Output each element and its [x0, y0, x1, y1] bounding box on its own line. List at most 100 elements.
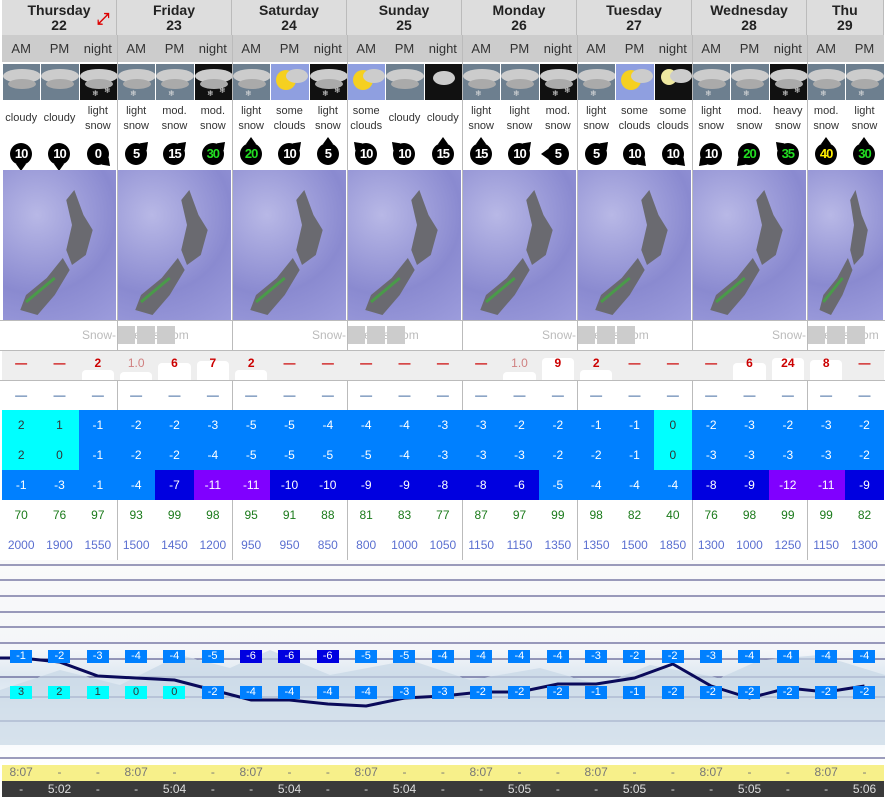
humidity: 76	[52, 508, 67, 522]
humidity: 91	[282, 508, 297, 522]
sunrise-time: -	[768, 765, 807, 781]
svg-text:❄: ❄	[858, 89, 865, 98]
forecast-map[interactable]	[808, 170, 883, 320]
snow-amount: 1.0	[500, 350, 539, 380]
forecast-map[interactable]	[3, 170, 116, 320]
weather-snow-icon: ❄	[501, 64, 539, 100]
sunrise-time: -	[78, 765, 117, 781]
sunset-time: 5:05	[500, 781, 539, 797]
day-header[interactable]: Monday 26	[462, 0, 577, 35]
snow-value: 24	[781, 356, 795, 370]
svg-text:❄: ❄	[475, 89, 482, 98]
day-header[interactable]: Friday 23	[117, 0, 232, 35]
day-header[interactable]: Thu 29	[807, 0, 884, 35]
expand-arrows-icon[interactable]: ⤢	[92, 10, 114, 30]
temp-max: -1	[577, 410, 616, 440]
period-label: PM	[845, 35, 884, 62]
wind-cell: 5	[117, 137, 155, 170]
forecast-map[interactable]	[693, 170, 806, 320]
map-snow-icon[interactable]	[577, 326, 595, 344]
wind-cell: 20	[232, 137, 270, 170]
map-rain-icon[interactable]	[597, 326, 615, 344]
base-temp-label: -2	[661, 686, 684, 699]
map-rain-icon[interactable]	[827, 326, 845, 344]
temp-min: -1	[615, 440, 654, 470]
forecast-map[interactable]	[578, 170, 691, 320]
map-sun-icon[interactable]	[387, 326, 405, 344]
base-temp-label: -4	[316, 686, 339, 699]
description-line: snow	[813, 119, 839, 132]
description-line: snow	[161, 119, 188, 132]
weather-description: some clouds	[615, 100, 653, 137]
day-header[interactable]: Tuesday 27	[577, 0, 692, 35]
map-sun-icon[interactable]	[157, 326, 175, 344]
snow-amount: —	[845, 350, 884, 380]
weather-snow-night-heavy-icon: ❄ ❄	[769, 64, 807, 100]
sunrise-time: -	[40, 765, 79, 781]
sunrise-time: -	[385, 765, 424, 781]
wind-speed: 30	[853, 137, 876, 165]
svg-text:❄: ❄	[334, 86, 341, 95]
snow-value: 9	[554, 356, 562, 370]
day-header[interactable]: Sunday 25	[347, 0, 462, 35]
period-label: night	[193, 35, 232, 62]
svg-text:❄: ❄	[322, 89, 329, 98]
map-snow-icon[interactable]	[347, 326, 365, 344]
wind-chill: -8	[692, 470, 731, 500]
humidity: 95	[244, 508, 258, 522]
base-temp-label: -2	[738, 686, 761, 699]
weather-description: some clouds	[270, 100, 308, 137]
map-sun-icon[interactable]	[617, 326, 635, 344]
sunrise-time: 8:07	[2, 765, 41, 781]
wind-speed: 5	[585, 142, 608, 165]
temp-min: 2	[2, 440, 41, 470]
description-text: cloudy	[5, 111, 37, 126]
summit-temp-label: -2	[661, 650, 684, 663]
period-label: AM	[2, 35, 41, 62]
map-rain-icon[interactable]	[367, 326, 385, 344]
description-line: cloudy	[426, 112, 459, 124]
forecast-map[interactable]	[463, 170, 576, 320]
freezing-level: 1000	[391, 538, 418, 552]
snow-value: —	[283, 356, 296, 370]
forecast-table: Thursday 22 AM PM night Snow-Forecast.com Frid…	[0, 0, 889, 800]
forecast-map[interactable]	[118, 170, 231, 320]
temp-max: -2	[155, 410, 194, 440]
wind-cell: 30	[845, 137, 883, 170]
sunrise-time: 8:07	[807, 765, 846, 781]
day-date: 29	[837, 17, 853, 33]
map-snow-icon[interactable]	[807, 326, 825, 344]
summit-temp-label: -6	[316, 650, 339, 663]
map-snow-icon[interactable]	[117, 326, 135, 344]
summit-temp-label: -4	[546, 650, 569, 663]
wind-speed-value: 10	[53, 145, 67, 161]
freezing-level: 1350	[582, 538, 610, 552]
weather-snow-icon: ❄	[846, 64, 884, 100]
description-line: clouds	[350, 119, 383, 132]
weather-snow-night-icon: ❄ ❄	[194, 64, 232, 100]
forecast-map[interactable]	[233, 170, 346, 320]
map-rain-icon[interactable]	[137, 326, 155, 344]
map-sun-icon[interactable]	[847, 326, 865, 344]
day-date: 23	[166, 17, 182, 33]
forecast-map[interactable]	[348, 170, 461, 320]
snow-value: —	[666, 356, 679, 370]
day-header[interactable]: Wednesday 28	[692, 0, 807, 35]
summit-temp-label: -4	[508, 650, 531, 663]
humidity: 98	[742, 508, 757, 522]
base-temp-label: -4	[240, 686, 262, 699]
description-text: cloudy	[389, 111, 421, 126]
wind-cell: 40	[807, 137, 845, 170]
description-line: snow	[851, 119, 878, 132]
period-label: AM	[692, 35, 731, 62]
description-text: some clouds	[274, 104, 306, 134]
description-line: some	[276, 104, 303, 117]
day-header[interactable]: Saturday 24	[232, 0, 347, 35]
new-zealand-map-icon	[135, 190, 208, 315]
description-line: light	[701, 104, 722, 117]
sunrise-time: -	[538, 765, 577, 781]
period-label: AM	[232, 35, 271, 62]
sunrise-time: -	[845, 765, 884, 781]
svg-text:❄: ❄	[564, 86, 571, 95]
sunrise-time: -	[423, 765, 462, 781]
